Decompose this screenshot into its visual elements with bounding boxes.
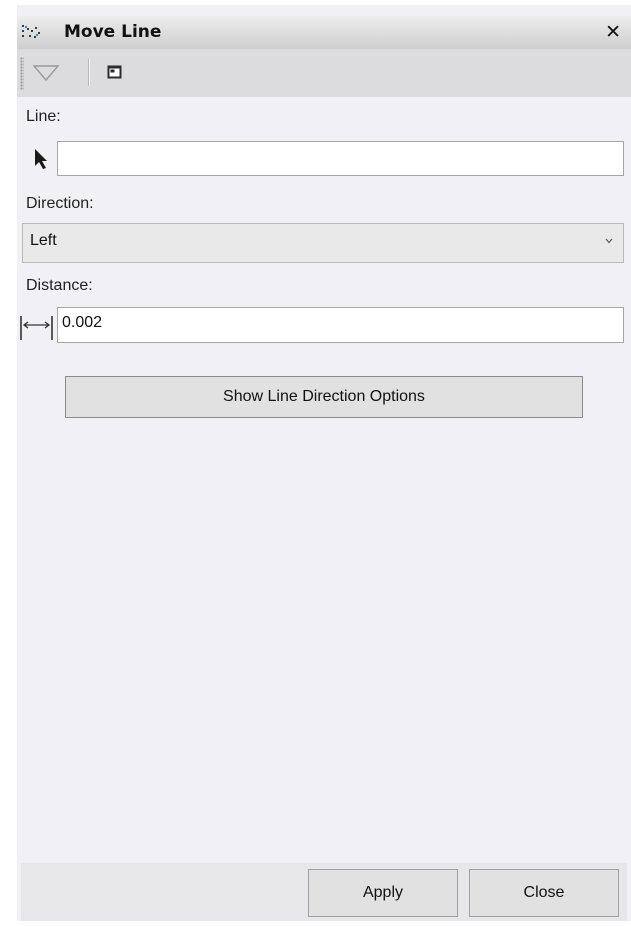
close-button[interactable]: Close bbox=[469, 869, 619, 917]
toolbar bbox=[17, 49, 631, 97]
close-icon[interactable]: ✕ bbox=[605, 21, 621, 43]
window-title: Move Line bbox=[64, 22, 162, 42]
window-icon[interactable] bbox=[107, 65, 122, 79]
direction-selected-value: Left bbox=[30, 232, 57, 249]
apply-button[interactable]: Apply bbox=[308, 869, 458, 917]
toolbar-separator bbox=[88, 59, 89, 86]
arrow-pointer-icon bbox=[35, 149, 47, 169]
toolbar-grip[interactable] bbox=[20, 57, 24, 90]
title-bar: Move Line ✕ bbox=[17, 16, 631, 49]
chevron-down-icon bbox=[605, 238, 613, 244]
move-line-tool-icon bbox=[22, 25, 40, 38]
show-line-direction-options-button[interactable]: Show Line Direction Options bbox=[65, 376, 583, 418]
horizontal-measure-icon bbox=[20, 316, 53, 340]
line-label: Line: bbox=[26, 108, 61, 125]
move-line-panel: Move Line ✕ Line: Direction: Left Distan… bbox=[17, 5, 631, 921]
distance-label: Distance: bbox=[26, 277, 93, 294]
line-input[interactable] bbox=[57, 141, 624, 176]
direction-select[interactable]: Left bbox=[22, 223, 624, 263]
direction-label: Direction: bbox=[26, 195, 94, 212]
triangle-down-icon[interactable] bbox=[31, 61, 61, 85]
distance-input[interactable]: 0.002 bbox=[57, 307, 624, 343]
